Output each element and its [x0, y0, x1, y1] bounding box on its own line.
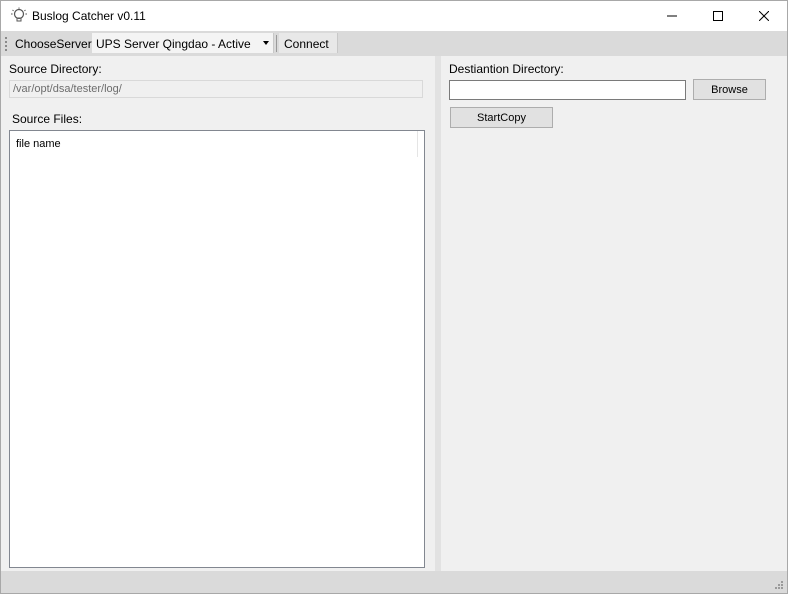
choose-server-label: ChooseServer: [15, 37, 92, 51]
connect-button[interactable]: Connect: [279, 33, 338, 53]
server-select-value: UPS Server Qingdao - Active: [96, 37, 251, 51]
title-bar[interactable]: Buslog Catcher v0.11: [1, 1, 787, 31]
source-panel: Source Directory: /var/opt/dsa/tester/lo…: [1, 56, 435, 571]
bulb-icon: [10, 7, 28, 25]
browse-button[interactable]: Browse: [693, 79, 766, 100]
start-copy-button-label: StartCopy: [477, 111, 526, 124]
destination-panel: Destiantion Directory: Browse StartCopy: [441, 56, 787, 571]
source-directory-field[interactable]: /var/opt/dsa/tester/log/: [9, 80, 423, 98]
toolbar-separator: [276, 35, 277, 52]
close-icon: [759, 11, 769, 21]
destination-directory-label: Destiantion Directory:: [449, 62, 564, 76]
column-header-file-name[interactable]: file name: [10, 131, 418, 157]
destination-directory-field[interactable]: [449, 80, 686, 100]
start-copy-button[interactable]: StartCopy: [450, 107, 553, 128]
connect-button-label: Connect: [284, 37, 329, 51]
size-grip-icon[interactable]: [773, 579, 784, 590]
maximize-button[interactable]: [695, 1, 741, 31]
grip-dots-icon[interactable]: [5, 37, 8, 51]
source-files-label: Source Files:: [12, 112, 83, 126]
close-button[interactable]: [741, 1, 787, 31]
browse-button-label: Browse: [711, 83, 748, 96]
dropdown-arrow-icon[interactable]: [263, 41, 269, 45]
toolbar: ChooseServer UPS Server Qingdao - Active…: [1, 31, 787, 56]
minimize-icon: [667, 15, 677, 17]
source-directory-label: Source Directory:: [9, 62, 102, 76]
source-files-list[interactable]: file name: [9, 130, 425, 568]
maximize-icon: [713, 11, 723, 21]
source-directory-value: /var/opt/dsa/tester/log/: [13, 83, 122, 95]
minimize-button[interactable]: [649, 1, 695, 31]
server-select[interactable]: UPS Server Qingdao - Active: [92, 33, 274, 53]
main-window: Buslog Catcher v0.11 ChooseServer UPS Se…: [0, 0, 788, 594]
window-title: Buslog Catcher v0.11: [32, 9, 146, 23]
column-header-label: file name: [16, 138, 61, 150]
status-bar: [1, 571, 787, 593]
